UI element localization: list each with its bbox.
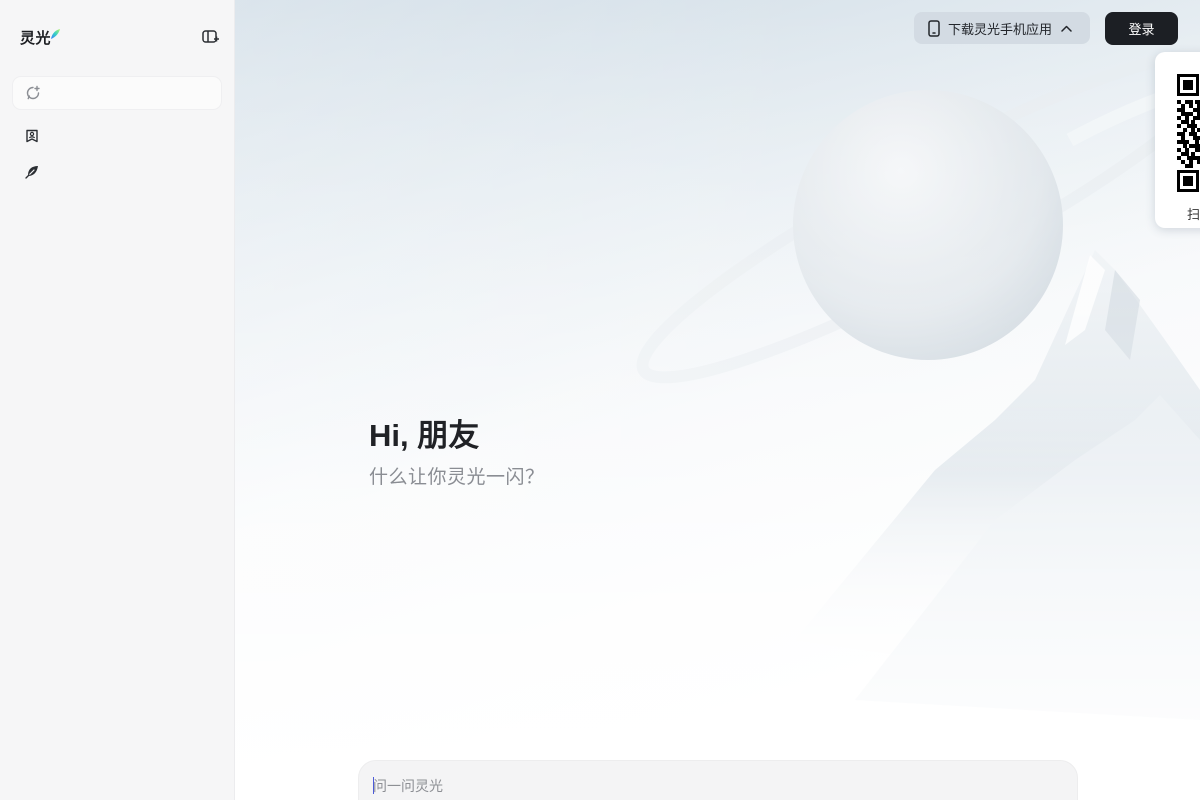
qr-code-popover: 扫	[1155, 52, 1200, 228]
sidebar-toggle-icon	[202, 30, 219, 43]
qr-code-image	[1177, 74, 1200, 192]
new-chat-icon	[26, 85, 40, 100]
logo-text: 灵光	[20, 30, 52, 47]
greeting-subtitle: 什么让你灵光一闪？	[369, 467, 545, 488]
new-chat-button[interactable]	[12, 76, 222, 110]
app-window: 灵光 下载灵光手机应用 登录 扫 Hi, 朋友 什么让你灵光一闪？ 问一问灵光	[0, 0, 1200, 800]
chevron-up-icon	[1061, 25, 1072, 32]
sidebar-toggle-button[interactable]	[201, 28, 221, 46]
bookmark-person-icon	[26, 129, 38, 143]
sidebar-item-explore[interactable]	[12, 158, 222, 186]
chat-input[interactable]	[373, 775, 973, 797]
text-cursor	[373, 777, 374, 794]
greeting-title: Hi, 朋友	[369, 418, 480, 453]
main-area: 下载灵光手机应用 登录 扫 Hi, 朋友 什么让你灵光一闪？ 问一问灵光	[235, 0, 1200, 800]
login-button[interactable]: 登录	[1105, 12, 1178, 45]
chat-input-box	[358, 760, 1078, 800]
app-logo[interactable]: 灵光	[20, 26, 61, 48]
download-app-button[interactable]: 下载灵光手机应用	[914, 12, 1090, 44]
phone-icon	[928, 19, 940, 37]
qr-caption: 扫	[1187, 207, 1200, 222]
sidebar-item-collection[interactable]	[12, 122, 222, 150]
background-illustration	[235, 0, 1200, 800]
sidebar: 灵光	[0, 0, 235, 800]
download-app-label: 下载灵光手机应用	[948, 21, 1053, 37]
logo-spark-icon	[51, 29, 61, 39]
feather-leaf-icon	[25, 166, 38, 179]
